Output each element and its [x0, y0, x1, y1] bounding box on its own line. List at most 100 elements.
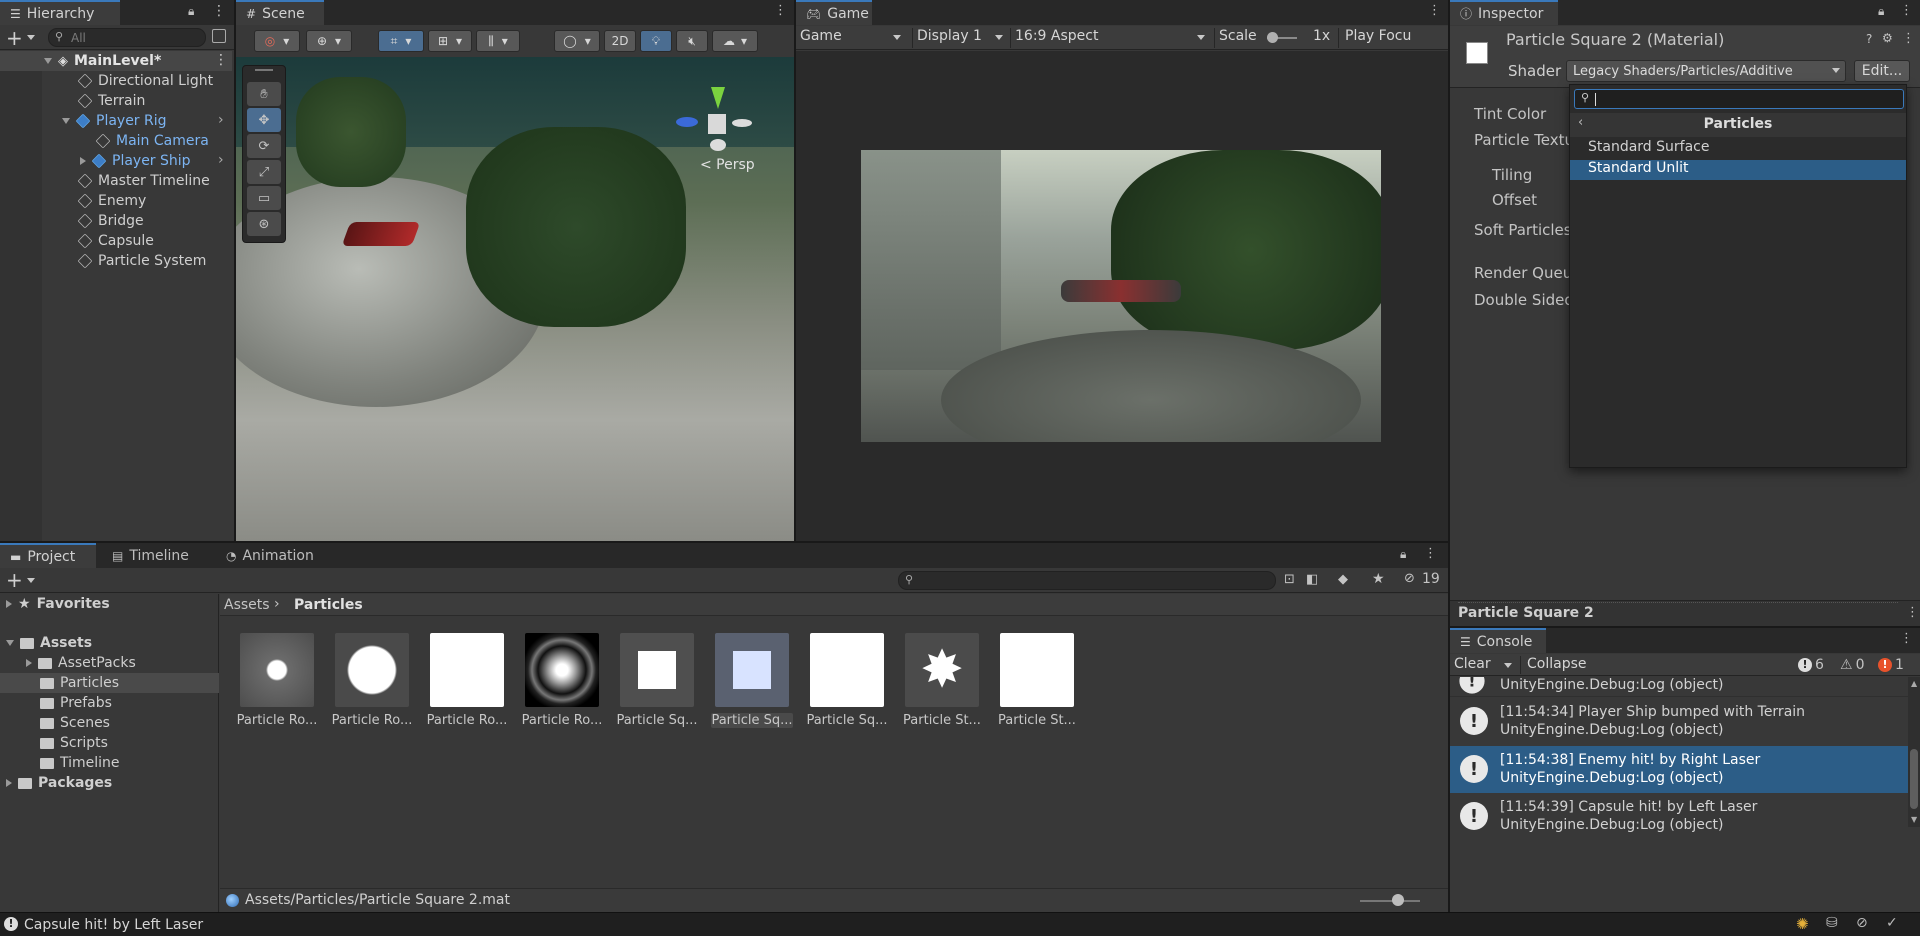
lock-icon[interactable]: 🔒︎ — [1400, 547, 1406, 562]
neg-y-axis-cone[interactable] — [710, 139, 726, 151]
warning-count-toggle[interactable]: ⚠ 0 — [1840, 656, 1876, 674]
add-dropdown-icon[interactable] — [27, 578, 35, 583]
increment-snap-button[interactable]: ⫼ ▾ — [476, 30, 520, 52]
play-focus-dropdown[interactable]: Play Focu — [1338, 28, 1448, 48]
hidden-packages-icon[interactable]: ⊘ — [1404, 571, 1415, 586]
hierarchy-item[interactable]: Terrain — [0, 91, 232, 111]
more-menu-icon[interactable]: ⋮ — [212, 3, 226, 19]
scroll-down-icon[interactable]: ▼ — [1911, 815, 1917, 824]
icon-size-slider-track[interactable] — [1360, 900, 1420, 902]
error-count-toggle[interactable]: ! 1 — [1878, 656, 1914, 674]
hierarchy-item[interactable]: Player Ship › — [0, 151, 232, 171]
settings-icon[interactable]: ⚙ — [1882, 31, 1893, 45]
log-entry[interactable]: ! UnityEngine.Debug:Log (object) — [1450, 677, 1908, 697]
draw-mode-button[interactable]: ◎ ▾ — [254, 30, 300, 52]
player-ship[interactable] — [1061, 280, 1181, 302]
asset-item[interactable]: Particle Ro... — [426, 633, 507, 728]
collapse-toggle[interactable]: Collapse — [1520, 656, 1590, 674]
more-menu-icon[interactable]: ⋮ — [214, 52, 228, 68]
tab-console[interactable]: ☰ Console — [1450, 628, 1546, 653]
tab-timeline[interactable]: ▤ Timeline — [102, 543, 199, 568]
inspector-preview-bar[interactable]: Particle Square 2 ⋮ — [1450, 600, 1920, 626]
scene-viewport[interactable]: ✋︎ ✥ ⟳ ⤢ ▭ ⊛ < Persp — [236, 57, 794, 541]
tree-item-packages[interactable]: Packages — [0, 773, 219, 793]
console-scrollbar[interactable]: ▲ ▼ — [1908, 677, 1920, 827]
add-icon[interactable]: + — [6, 568, 23, 592]
breadcrumb-item[interactable]: Assets — [224, 597, 270, 613]
projection-label[interactable]: < Persp — [700, 157, 755, 173]
drag-handle[interactable] — [255, 69, 273, 71]
game-render[interactable] — [861, 150, 1381, 442]
tab-game[interactable]: 🎮︎ Game — [796, 0, 872, 25]
log-entry-selected[interactable]: ! [11:54:38] Enemy hit! by Right Laser U… — [1450, 746, 1908, 793]
snap-toggle-button[interactable]: ⌗ ▾ — [378, 30, 424, 52]
orientation-gizmo[interactable]: < Persp — [676, 87, 756, 177]
search-options-icon[interactable] — [212, 29, 226, 43]
asset-item-selected[interactable]: Particle Sq... — [711, 633, 793, 728]
more-menu-icon[interactable]: ⋮ — [1902, 31, 1915, 46]
scale-thumb[interactable] — [1267, 32, 1278, 43]
lock-icon[interactable]: 🔒︎ — [1878, 4, 1884, 19]
lighting-toggle-button[interactable]: 💡︎ — [640, 30, 672, 52]
hierarchy-item[interactable]: Bridge — [0, 211, 232, 231]
info-count-toggle[interactable]: ! 6 — [1798, 656, 1838, 674]
chevron-right-icon[interactable]: › — [218, 152, 224, 168]
more-menu-icon[interactable]: ⋮ — [1900, 631, 1913, 646]
tree-item[interactable]: Timeline — [0, 753, 219, 773]
asset-item[interactable]: Particle Sq... — [616, 633, 698, 728]
scroll-up-icon[interactable]: ▲ — [1911, 679, 1917, 688]
tree-item-assets[interactable]: Assets — [0, 633, 219, 653]
resize-handle[interactable] — [1458, 602, 1898, 603]
more-menu-icon[interactable]: ⋮ — [1900, 3, 1913, 18]
hierarchy-item[interactable]: Directional Light — [0, 71, 232, 91]
tree-item[interactable]: Scripts — [0, 733, 219, 753]
tab-inspector[interactable]: ⓘ Inspector — [1450, 0, 1558, 25]
tab-project[interactable]: ▬ Project — [0, 543, 96, 568]
rect-tool-button[interactable]: ▭ — [247, 186, 281, 210]
help-icon[interactable]: ? — [1866, 32, 1872, 46]
asset-item[interactable]: Particle Ro... — [521, 633, 602, 728]
aspect-dropdown[interactable]: 16:9 Aspect — [1010, 28, 1210, 48]
cache-server-icon[interactable]: ⛁ — [1826, 915, 1838, 931]
tree-item[interactable]: AssetPacks — [0, 653, 219, 673]
hierarchy-item[interactable]: Enemy — [0, 191, 232, 211]
chevron-right-icon[interactable]: › — [218, 112, 224, 128]
hand-tool-button[interactable]: ✋︎ — [247, 82, 281, 106]
hierarchy-search-input[interactable]: ⚲ All — [48, 28, 206, 47]
tree-item[interactable]: Prefabs — [0, 693, 219, 713]
icon-size-slider-thumb[interactable] — [1392, 894, 1404, 906]
grid-snap-button[interactable]: ⊞ ▾ — [428, 30, 472, 52]
global-toggle-button[interactable]: ⊕ ▾ — [306, 30, 352, 52]
clear-button[interactable]: Clear — [1454, 656, 1514, 674]
shading-button[interactable]: ◯ ▾ — [554, 30, 600, 52]
effects-button[interactable]: ☁︎ ▾ — [712, 30, 758, 52]
hierarchy-item[interactable]: Particle System — [0, 251, 232, 271]
checkmark-icon[interactable]: ✓ — [1886, 915, 1898, 931]
light-bake-icon[interactable]: ✺ — [1796, 915, 1809, 933]
tab-scene[interactable]: # Scene — [236, 0, 324, 25]
more-menu-icon[interactable]: ⋮ — [1428, 3, 1441, 18]
asset-item[interactable]: Particle Ro... — [236, 633, 317, 728]
project-search-input[interactable]: ⚲ — [898, 571, 1276, 590]
display-dropdown[interactable]: Display 1 — [912, 28, 1008, 48]
asset-item[interactable]: Particle St... — [996, 633, 1076, 728]
more-menu-icon[interactable]: ⋮ — [774, 3, 787, 18]
status-message[interactable]: Capsule hit! by Left Laser — [24, 917, 203, 933]
z-axis-cone[interactable] — [676, 117, 698, 127]
more-menu-icon[interactable]: ⋮ — [1906, 605, 1919, 620]
hierarchy-item-scene[interactable]: ◈ MainLevel* ⋮ — [0, 51, 232, 71]
search-by-label-icon[interactable]: ◧ — [1306, 572, 1318, 587]
tab-animation[interactable]: ◔ Animation — [216, 543, 324, 568]
asset-item[interactable]: Particle Ro... — [331, 633, 412, 728]
gizmo-center[interactable] — [708, 114, 726, 134]
breadcrumb-item[interactable]: Particles — [294, 597, 363, 613]
hierarchy-item[interactable]: Master Timeline — [0, 171, 232, 191]
player-ship[interactable] — [341, 222, 421, 246]
lock-icon[interactable]: 🔒︎ — [188, 4, 194, 19]
star-icon[interactable]: ★ — [1372, 571, 1385, 587]
tree-item-favorites[interactable]: ★ Favorites — [0, 594, 219, 614]
hierarchy-item[interactable]: Player Rig › — [0, 111, 232, 131]
more-menu-icon[interactable]: ⋮ — [1424, 546, 1437, 561]
audio-toggle-button[interactable]: 🔇︎ — [676, 30, 708, 52]
search-by-type-icon[interactable]: ⊡ — [1284, 572, 1295, 587]
